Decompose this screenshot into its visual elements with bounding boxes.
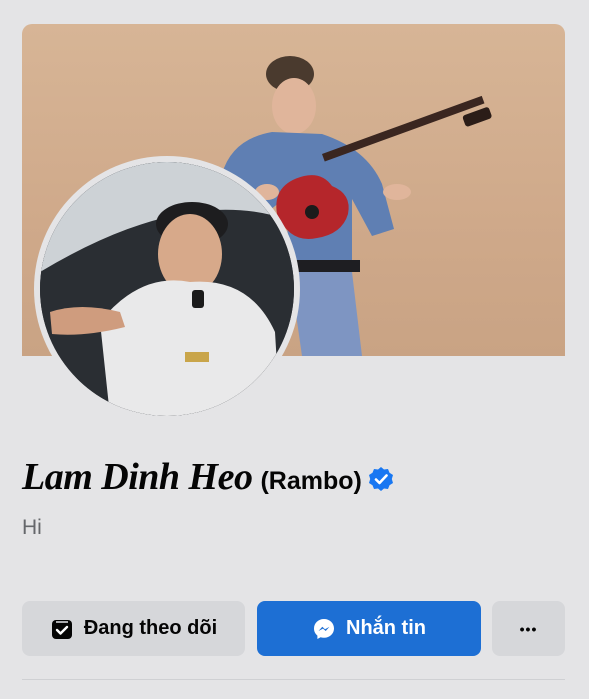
avatar[interactable] [40, 162, 294, 416]
profile-name: Lam Dinh Heo [22, 456, 253, 498]
message-button[interactable]: Nhắn tin [257, 601, 481, 656]
messenger-icon [312, 617, 336, 641]
verified-badge-icon [368, 466, 394, 492]
profile-bio: Hi [22, 516, 42, 539]
profile-name-row: Lam Dinh Heo (Rambo) [22, 455, 394, 499]
section-divider [22, 679, 565, 680]
more-options-icon: ••• [519, 620, 538, 637]
following-check-icon [50, 617, 74, 641]
following-button[interactable]: Đang theo dõi [22, 601, 245, 656]
avatar-illustration [40, 162, 294, 416]
more-options-button[interactable]: ••• [492, 601, 565, 656]
profile-alt-name: (Rambo) [260, 467, 362, 495]
following-button-label: Đang theo dõi [83, 617, 218, 639]
message-button-label: Nhắn tin [346, 617, 426, 639]
